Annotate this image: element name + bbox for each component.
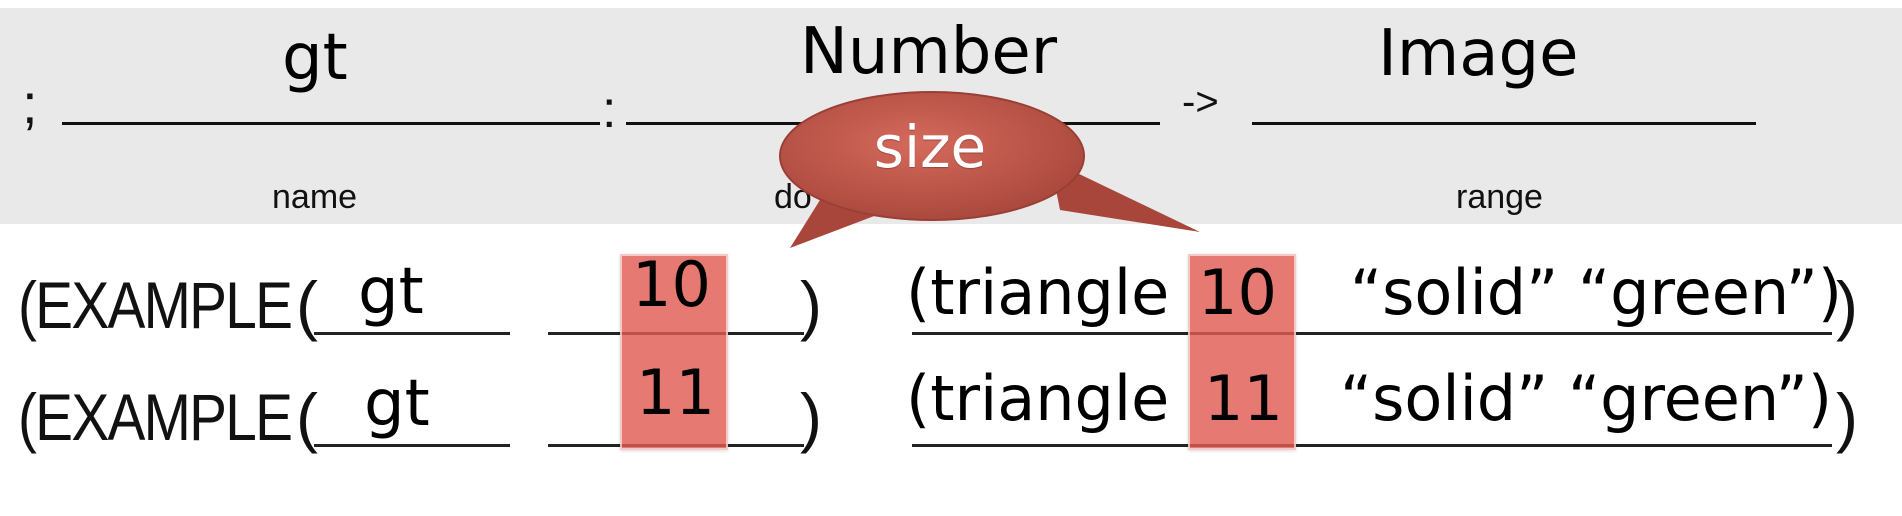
range-value: Image [1378, 17, 1579, 91]
fn-value: gt [364, 367, 430, 441]
arg-value: 10 [632, 248, 711, 321]
range-caption: range [1456, 178, 1543, 216]
open-paren: ( [296, 268, 318, 342]
close-paren: ) [800, 268, 822, 342]
example-keyword: (EXAMPLE [18, 268, 293, 342]
result-arg-value: 10 [1198, 256, 1277, 329]
result-prefix: (triangle [906, 256, 1170, 329]
result-arg-value: 11 [1204, 362, 1283, 435]
result-prefix: (triangle [906, 362, 1170, 435]
fn-blank-line [314, 444, 510, 447]
name-blank-line [62, 122, 600, 125]
open-paren: ( [296, 380, 318, 454]
result-rest: “solid” “green”) [1350, 256, 1843, 329]
arg-value: 11 [636, 356, 715, 429]
example-keyword: (EXAMPLE [18, 380, 293, 454]
range-blank-line [1252, 122, 1756, 125]
result-blank-line [912, 444, 1832, 447]
name-value: gt [282, 21, 348, 95]
result-rest: “solid” “green”) [1340, 362, 1833, 435]
name-caption: name [272, 178, 358, 216]
signature-colon: : [602, 81, 617, 139]
outer-close-paren: ) [1836, 380, 1858, 454]
close-paren: ) [800, 380, 822, 454]
outer-close-paren: ) [1836, 268, 1858, 342]
callout-label: size [873, 113, 987, 181]
fn-blank-line [314, 332, 510, 335]
fn-value: gt [358, 255, 424, 329]
size-callout-bubble [779, 91, 1200, 248]
result-blank-line [912, 332, 1832, 335]
comment-semicolon: ; [22, 72, 38, 135]
domain-value: Number [800, 15, 1058, 89]
